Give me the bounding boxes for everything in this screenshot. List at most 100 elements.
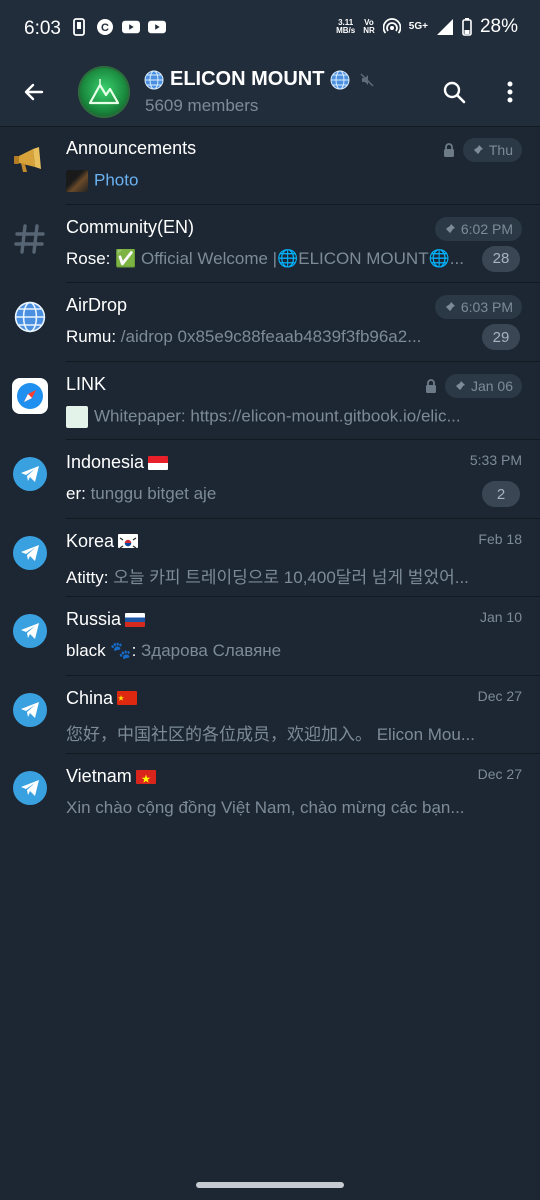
topic-indonesia[interactable]: Indonesia 5:33 PM er: tunggu bitget aje … [0, 440, 540, 519]
globe-icon [330, 70, 350, 89]
topic-airdrop[interactable]: AirDrop 6:03 PM Rumu: /aidrop 0x85e9c88f… [0, 283, 540, 362]
hotspot-icon [382, 18, 401, 36]
document-thumbnail [66, 405, 88, 428]
topic-meta: Thu [443, 138, 522, 162]
topic-name: Announcements [66, 138, 197, 158]
preview-text: 오늘 카피 트레이딩으로 10,400달러 넘게 벌었어... [113, 567, 469, 587]
topic-preview: Rumu: /aidrop 0x85e9c88feaab4839f3fb96a2… [66, 327, 421, 347]
date-pill: Jan 06 [444, 373, 522, 398]
lock-icon [425, 378, 436, 393]
topic-meta: Feb 18 [478, 531, 522, 547]
preview-text: 您好，中国社区的各位成员，欢迎加入。 Elicon Mou... [66, 724, 475, 744]
korea-flag-icon [118, 534, 139, 549]
megaphone-icon [12, 142, 48, 178]
home-gesture-bar[interactable] [196, 1182, 344, 1188]
preview-text: Здарова Славяне [141, 641, 282, 660]
chat-header: ELICON MOUNT 5609 members [0, 58, 540, 126]
back-button[interactable] [16, 74, 52, 110]
lock-icon [443, 143, 454, 157]
russia-flag-icon [125, 612, 146, 627]
mountain-logo-icon [88, 79, 120, 105]
more-vertical-icon [507, 81, 513, 103]
topic-meta: 5:33 PM [470, 452, 522, 468]
topic-name-row: China [66, 687, 138, 709]
app-c-icon: C [96, 18, 114, 36]
group-title-row[interactable]: ELICON MOUNT [144, 68, 374, 91]
topic-name: China [66, 687, 114, 708]
indonesia-flag-icon [148, 455, 169, 470]
battery-icon [462, 18, 472, 36]
telegram-icon [12, 770, 48, 806]
topic-meta: Dec 27 [478, 688, 522, 704]
hash-icon [12, 221, 48, 257]
telegram-icon [12, 613, 48, 649]
more-options-button[interactable] [494, 74, 526, 110]
preview-text: Xin chào cộng đồng Việt Nam, chào mừng c… [66, 798, 465, 817]
topic-name: Vietnam [66, 766, 132, 786]
topic-link[interactable]: LINK Jan 06 Whitepaper: https://elicon-m… [0, 362, 540, 440]
topic-community-en[interactable]: Community(EN) 6:02 PM Rose: ✅ Official W… [0, 205, 540, 283]
telegram-icon [12, 535, 48, 571]
topic-russia[interactable]: Russia Jan 10 black 🐾: Здарова Славяне [0, 597, 540, 676]
system-indicators: 3.11 MB/s Vo NR 5G+ 28% [336, 16, 518, 38]
topic-meta: 6:02 PM [434, 216, 522, 241]
group-avatar[interactable] [78, 66, 130, 118]
date-pill: 6:03 PM [434, 295, 522, 319]
topic-meta: Jan 10 [480, 609, 522, 625]
unread-badge: 29 [482, 324, 520, 350]
topic-preview: Xin chào cộng đồng Việt Nam, chào mừng c… [66, 798, 465, 818]
preview-sender: black 🐾: [66, 641, 142, 660]
topic-announcements[interactable]: Announcements Thu Photo [0, 126, 540, 205]
topic-date: 5:33 PM [469, 452, 522, 468]
data-speed-unit: MB/s [336, 26, 356, 35]
topic-name: AirDrop [66, 295, 128, 315]
status-time: 6:03 [24, 18, 61, 39]
preview-text: Photo [94, 170, 139, 190]
topic-china[interactable]: China Dec 27 您好，中国社区的各位成员，欢迎加入。 Elicon M… [0, 676, 540, 754]
volte-indicator: Vo NR [363, 19, 375, 35]
topic-name: Indonesia [66, 452, 145, 472]
compass-icon [12, 377, 48, 414]
notification-icons: C [70, 18, 166, 36]
vietnam-flag-icon [135, 769, 156, 784]
topic-name-row: Vietnam [66, 766, 156, 787]
topic-preview: Rose: ✅ Official Welcome |🌐ELICON MOUNT🌐… [66, 249, 464, 269]
youtube-icon [148, 18, 166, 36]
date-pill: 6:02 PM [434, 216, 522, 241]
data-speed: 3.11 MB/s [336, 19, 355, 35]
topic-date: Jan 06 [470, 377, 513, 394]
pin-icon [444, 223, 455, 234]
arrow-left-icon [24, 83, 44, 101]
member-count: 5609 members [145, 96, 259, 115]
preview-text: /aidrop 0x85e9c88feaab4839f3fb96a2... [120, 327, 422, 346]
youtube-icon [122, 18, 140, 36]
pin-icon [444, 302, 455, 312]
topic-name: Community(EN) [66, 216, 195, 237]
topic-name-row: Russia [66, 609, 146, 630]
preview-text: tunggu bitget aje [90, 484, 217, 503]
topic-name: Russia [66, 609, 122, 629]
topic-date: Feb 18 [478, 530, 522, 547]
photo-thumbnail [66, 170, 88, 192]
topic-preview: er: tunggu bitget aje [66, 484, 216, 504]
topic-vietnam[interactable]: Vietnam Dec 27 Xin chào cộng đồng Việt N… [0, 754, 540, 833]
preview-sender: Atitty: [66, 567, 114, 587]
pin-icon [454, 380, 465, 391]
topic-list: Announcements Thu Photo Community(EN) 6:… [0, 126, 540, 833]
pin-icon [472, 145, 483, 155]
group-title: ELICON MOUNT [170, 68, 325, 90]
preview-sender: Rose: [66, 248, 116, 268]
topic-preview: black 🐾: Здарова Славяне [66, 641, 281, 661]
signal-icon [436, 18, 454, 36]
topic-name-row: Korea [66, 531, 139, 552]
topic-meta: 6:03 PM [434, 295, 522, 319]
volte-bottom: NR [363, 26, 375, 35]
unread-badge: 28 [482, 245, 520, 272]
topic-korea[interactable]: Korea Feb 18 Atitty: 오늘 카피 트레이딩으로 10,400… [0, 519, 540, 597]
topic-preview: Whitepaper: https://elicon-mount.gitbook… [66, 405, 461, 428]
search-button[interactable] [436, 74, 472, 110]
topic-date: Dec 27 [477, 766, 522, 782]
topic-meta: Dec 27 [478, 766, 522, 782]
status-bar: 6:03 C 3.11 MB/s Vo NR 5G+ 28% [0, 0, 540, 58]
globe-icon [144, 70, 164, 89]
